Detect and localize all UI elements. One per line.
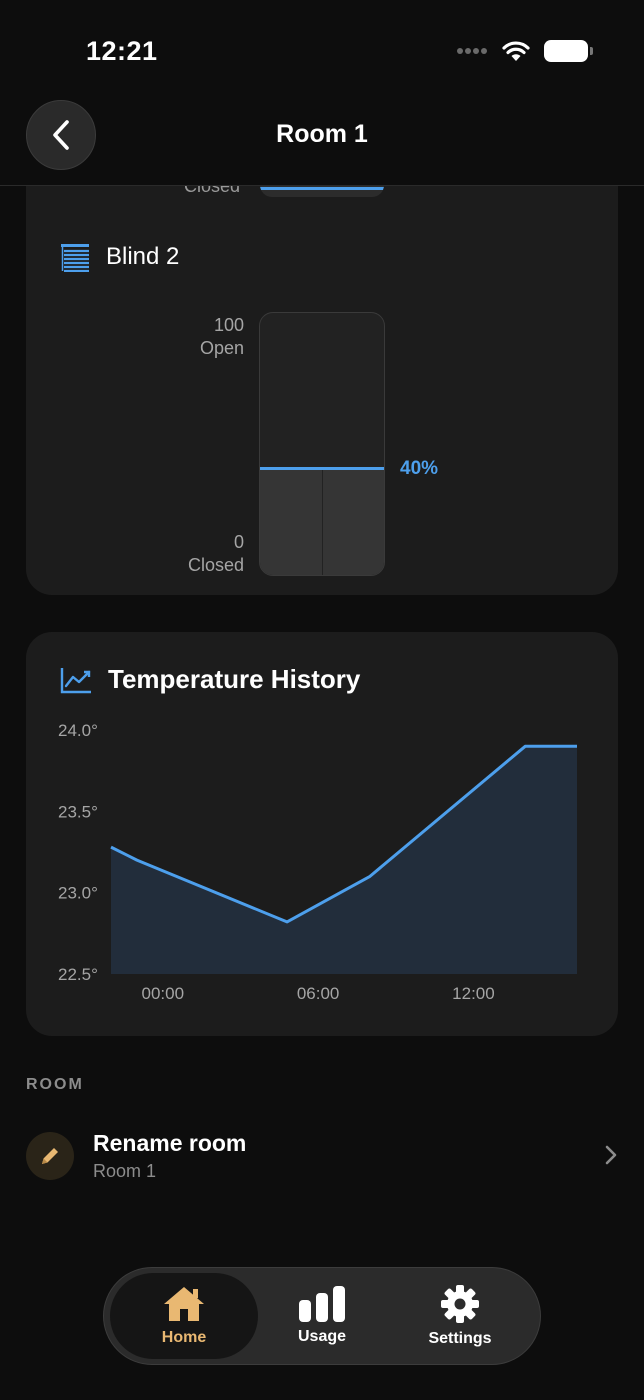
blind-position-percent: 40%: [400, 458, 439, 479]
tab-settings-label: Settings: [428, 1330, 492, 1347]
y-tick-label: 23.5°: [58, 802, 98, 821]
temperature-area: [111, 746, 577, 974]
tab-home-label: Home: [161, 1329, 207, 1346]
rename-room-subtitle: Room 1: [93, 1161, 157, 1181]
x-tick-label: 06:00: [297, 984, 340, 1003]
tab-usage-label: Usage: [297, 1328, 347, 1345]
status-icons: [456, 40, 593, 62]
status-bar: 12:21: [0, 0, 644, 100]
tab-bar: Home Usage Settings: [103, 1267, 541, 1365]
x-tick-label: 12:00: [452, 984, 495, 1003]
page-title: Room 1: [276, 120, 368, 148]
blind-card: Closed Blind 2 100 Open 0 Closed 40%: [26, 140, 618, 595]
scale-top-label: 100 Open: [200, 314, 244, 360]
blind-header: Blind 2: [60, 242, 179, 272]
tab-home[interactable]: Home: [110, 1273, 258, 1359]
rename-icon-badge: [26, 1132, 74, 1180]
chevron-right-icon: [605, 1145, 617, 1165]
cellular-signal-icon: [457, 48, 487, 54]
rename-room-title: Rename room: [93, 1130, 247, 1156]
battery-icon: [544, 40, 593, 62]
bar-chart-icon: [299, 1286, 345, 1322]
x-tick-label: 00:00: [142, 984, 185, 1003]
room-section-label: ROOM: [26, 1076, 84, 1093]
navigation-bar: Room 1: [0, 96, 644, 186]
scale-top-value: 100: [213, 315, 244, 335]
house-icon: [164, 1287, 204, 1321]
scale-bottom-value: 0: [233, 532, 244, 552]
tab-usage[interactable]: Usage: [248, 1273, 396, 1359]
scale-bottom-text: Closed: [187, 555, 244, 575]
scale-bottom-label: 0 Closed: [188, 531, 244, 577]
gear-icon: [441, 1285, 479, 1323]
pencil-icon: [42, 1148, 58, 1164]
y-tick-label: 22.5°: [58, 965, 98, 984]
scale-top-text: Open: [199, 338, 244, 358]
slider-divider: [322, 469, 323, 575]
blind-icon: [61, 244, 89, 272]
y-tick-label: 24.0°: [58, 721, 98, 740]
temperature-chart: 24.0° 23.5° 23.0° 22.5° 00:00 06:00 12:00: [58, 721, 578, 1003]
status-time: 12:21: [86, 36, 158, 66]
tab-settings[interactable]: Settings: [386, 1273, 534, 1359]
temperature-history-card: Temperature History 24.0° 23.5° 23.0° 22.5°…: [26, 632, 618, 1036]
rename-room-row[interactable]: Rename room Room 1: [26, 1126, 618, 1188]
y-tick-label: 23.0°: [58, 884, 98, 903]
slider-handle-line[interactable]: [260, 467, 384, 470]
blind-name: Blind 2: [106, 243, 180, 270]
blind-position-slider[interactable]: [259, 312, 385, 576]
wifi-icon: [502, 41, 530, 61]
